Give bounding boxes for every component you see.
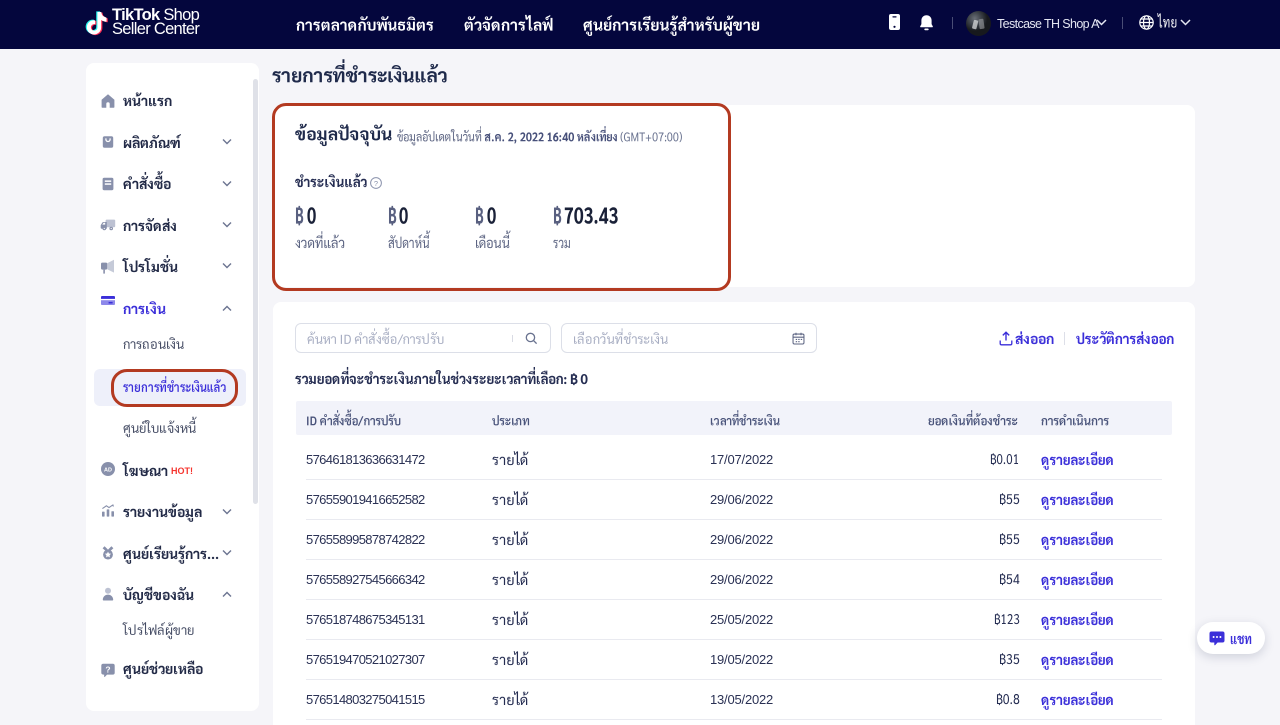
svg-text:?: ? (105, 664, 110, 674)
svg-text:AD: AD (104, 468, 112, 474)
svg-text:?: ? (373, 178, 377, 187)
